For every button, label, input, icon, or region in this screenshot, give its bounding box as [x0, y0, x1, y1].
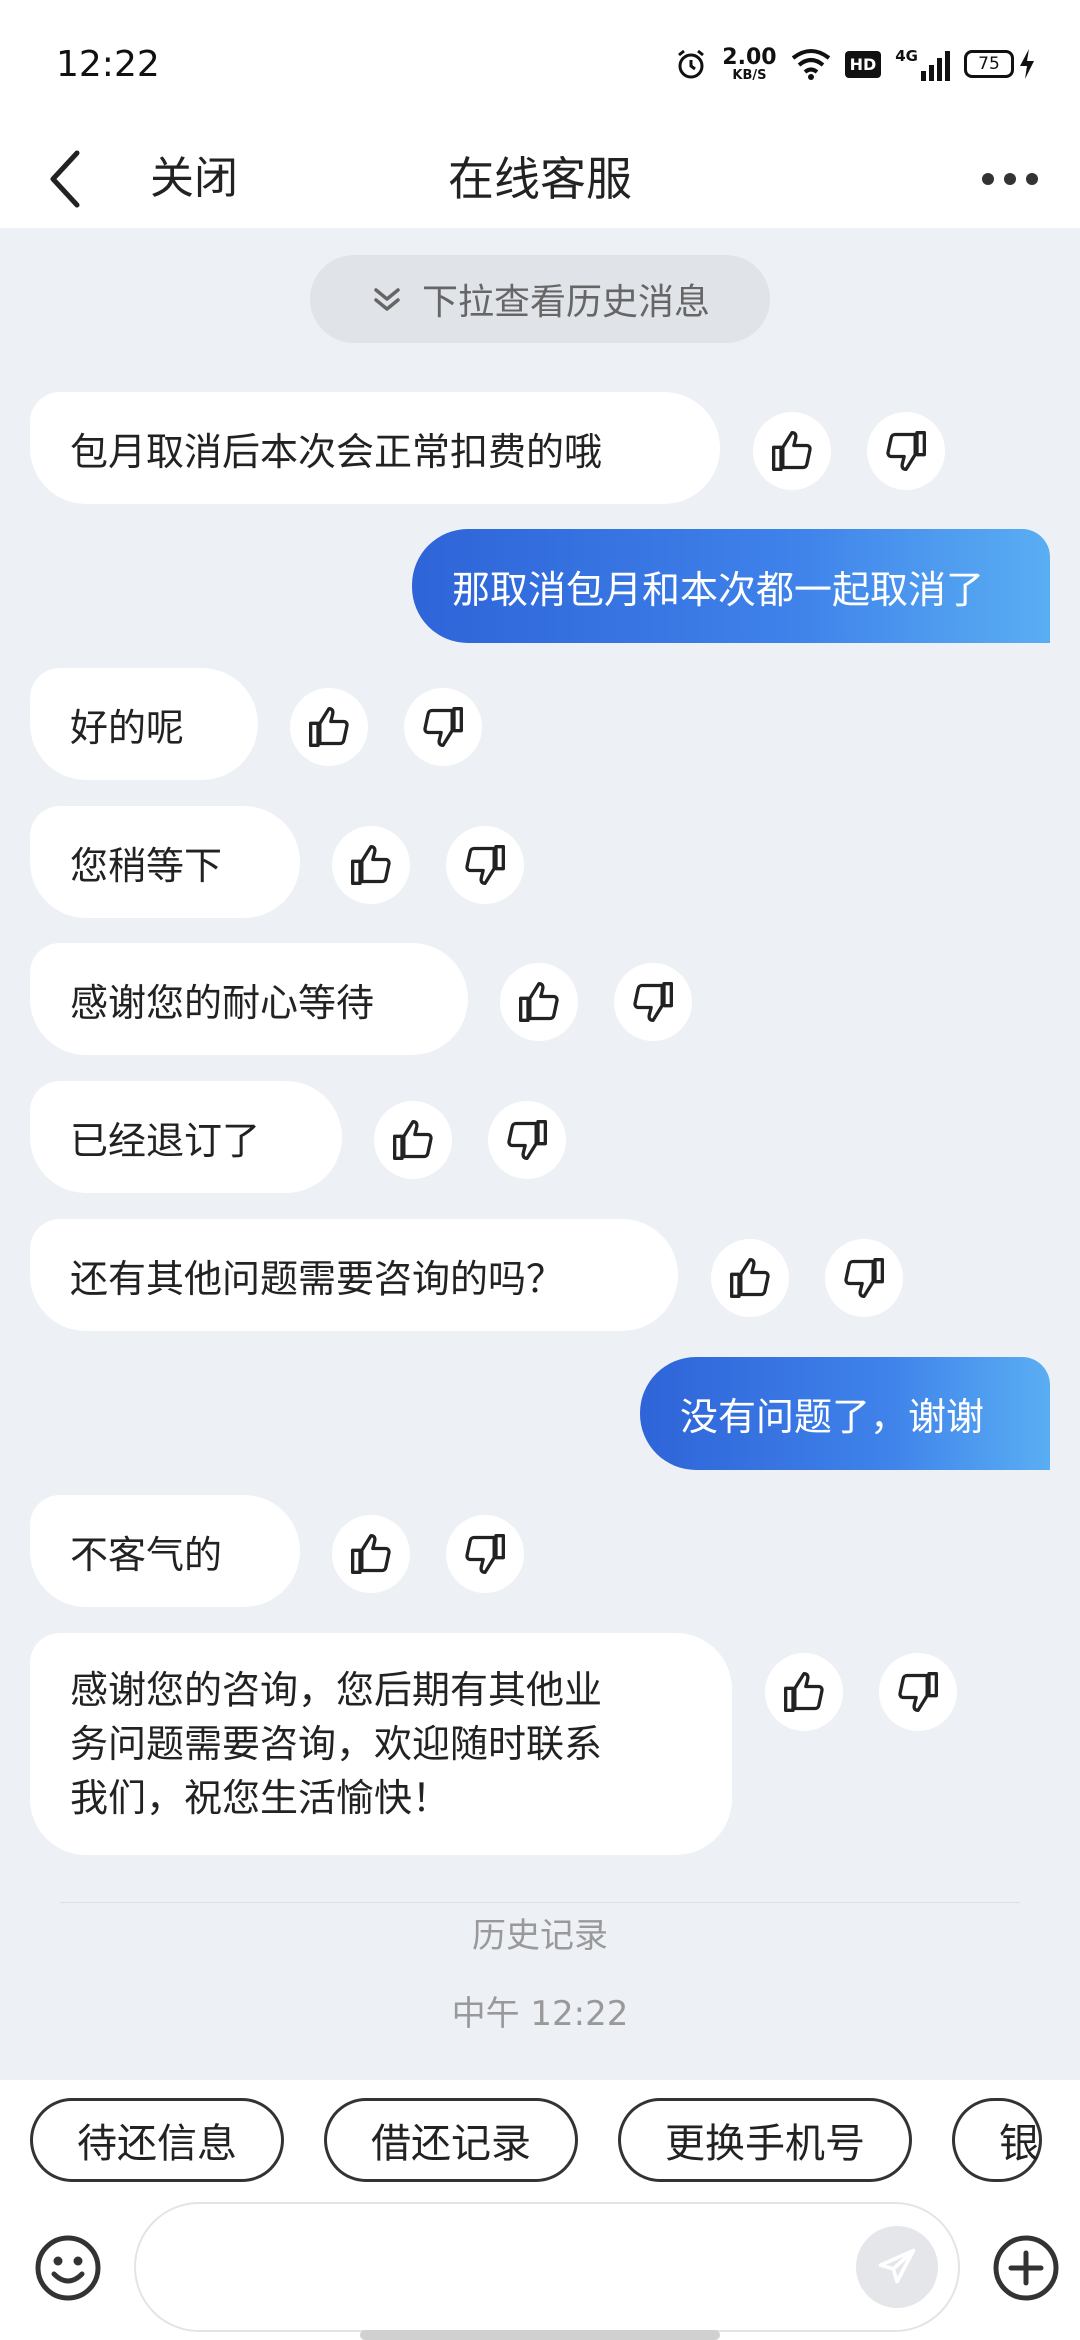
chat-bubble-agent: 您稍等下: [30, 806, 300, 918]
thumbs-down-icon: [886, 431, 926, 471]
dislike-button[interactable]: [446, 826, 524, 904]
thumbs-down-icon: [844, 1258, 884, 1298]
chat-bubble-agent: 不客气的: [30, 1495, 300, 1607]
emoji-button[interactable]: [32, 2232, 104, 2304]
history-record-label: 历史记录: [472, 1916, 608, 1956]
chat-bubble-agent: 包月取消后本次会正常扣费的哦: [30, 392, 720, 504]
chat-bubble-agent: 已经退订了: [30, 1081, 342, 1193]
double-chevron-down-icon: [374, 288, 400, 311]
more-dots-icon: [982, 173, 994, 185]
chat-bubble-user: 没有问题了，谢谢: [639, 1357, 1050, 1470]
thumbs-up-icon: [351, 845, 391, 885]
thumbs-down-icon: [423, 707, 463, 747]
thumbs-down-icon: [898, 1672, 938, 1712]
back-button[interactable]: [30, 130, 100, 228]
dislike-button[interactable]: [867, 412, 945, 490]
chat-bubble-agent: 好的呢: [30, 668, 258, 780]
quick-action-chip[interactable]: 借还记录: [324, 2098, 578, 2182]
hd-badge: HD: [844, 50, 882, 78]
quick-action-chip[interactable]: 待还信息: [30, 2098, 284, 2182]
plus-icon: [993, 2235, 1059, 2301]
like-button[interactable]: [753, 412, 831, 490]
smiley-icon: [35, 2235, 101, 2301]
history-divider: [60, 1902, 1020, 1903]
thumbs-up-icon: [519, 982, 559, 1022]
status-icons: 2.00 KB/S HD 4G 75: [674, 42, 1036, 86]
chat-bubble-user: 那取消包月和本次都一起取消了: [411, 529, 1050, 643]
dislike-button[interactable]: [825, 1239, 903, 1317]
quick-action-chip[interactable]: 银: [952, 2098, 1042, 2182]
status-bar: 12:22 2.00 KB/S HD 4G 75: [0, 0, 1080, 130]
signal-icon: 4G: [895, 47, 950, 81]
chat-bubble-agent: 感谢您的耐心等待: [30, 943, 468, 1055]
close-button[interactable]: 关闭: [150, 130, 238, 228]
plus-button[interactable]: [990, 2232, 1062, 2304]
battery-icon: 75: [964, 49, 1036, 79]
dislike-button[interactable]: [614, 963, 692, 1041]
status-time: 12:22: [56, 44, 160, 85]
like-button[interactable]: [290, 688, 368, 766]
home-indicator: [360, 2330, 720, 2340]
like-button[interactable]: [711, 1239, 789, 1317]
dislike-button[interactable]: [879, 1653, 957, 1731]
dislike-button[interactable]: [446, 1515, 524, 1593]
load-history-button[interactable]: 下拉查看历史消息: [310, 255, 770, 343]
alarm-icon: [678, 49, 705, 79]
like-button[interactable]: [332, 826, 410, 904]
like-button[interactable]: [500, 963, 578, 1041]
thumbs-up-icon: [784, 1672, 824, 1712]
wifi-icon: [791, 49, 830, 80]
thumbs-down-icon: [465, 1534, 505, 1574]
nav-bar: 关闭 在线客服: [0, 130, 1080, 228]
send-button[interactable]: [856, 2226, 938, 2308]
message-input[interactable]: [134, 2202, 960, 2332]
thumbs-down-icon: [507, 1120, 547, 1160]
net-speed: 2.00 KB/S: [722, 44, 777, 83]
thumbs-up-icon: [393, 1120, 433, 1160]
chat-bubble-agent: 感谢您的咨询，您后期有其他业 务问题需要咨询，欢迎随时联系 我们，祝您生活愉快！: [30, 1633, 732, 1855]
like-button[interactable]: [374, 1101, 452, 1179]
message-timestamp: 中午 12:22: [451, 1994, 629, 2034]
like-button[interactable]: [765, 1653, 843, 1731]
like-button[interactable]: [332, 1515, 410, 1593]
chevron-left-icon: [50, 150, 80, 208]
thumbs-up-icon: [309, 707, 349, 747]
thumbs-up-icon: [351, 1534, 391, 1574]
quick-action-chip[interactable]: 更换手机号: [618, 2098, 912, 2182]
more-button[interactable]: [970, 130, 1050, 228]
thumbs-up-icon: [772, 431, 812, 471]
thumbs-down-icon: [633, 982, 673, 1022]
send-icon: [878, 2248, 916, 2284]
thumbs-down-icon: [465, 845, 505, 885]
quick-actions: 待还信息 借还记录 更换手机号 银: [30, 2098, 1042, 2182]
bottom-panel: 待还信息 借还记录 更换手机号 银: [0, 2080, 1080, 2340]
dislike-button[interactable]: [488, 1101, 566, 1179]
chat-bubble-agent: 还有其他问题需要咨询的吗？: [30, 1219, 678, 1331]
thumbs-up-icon: [730, 1258, 770, 1298]
dislike-button[interactable]: [404, 688, 482, 766]
